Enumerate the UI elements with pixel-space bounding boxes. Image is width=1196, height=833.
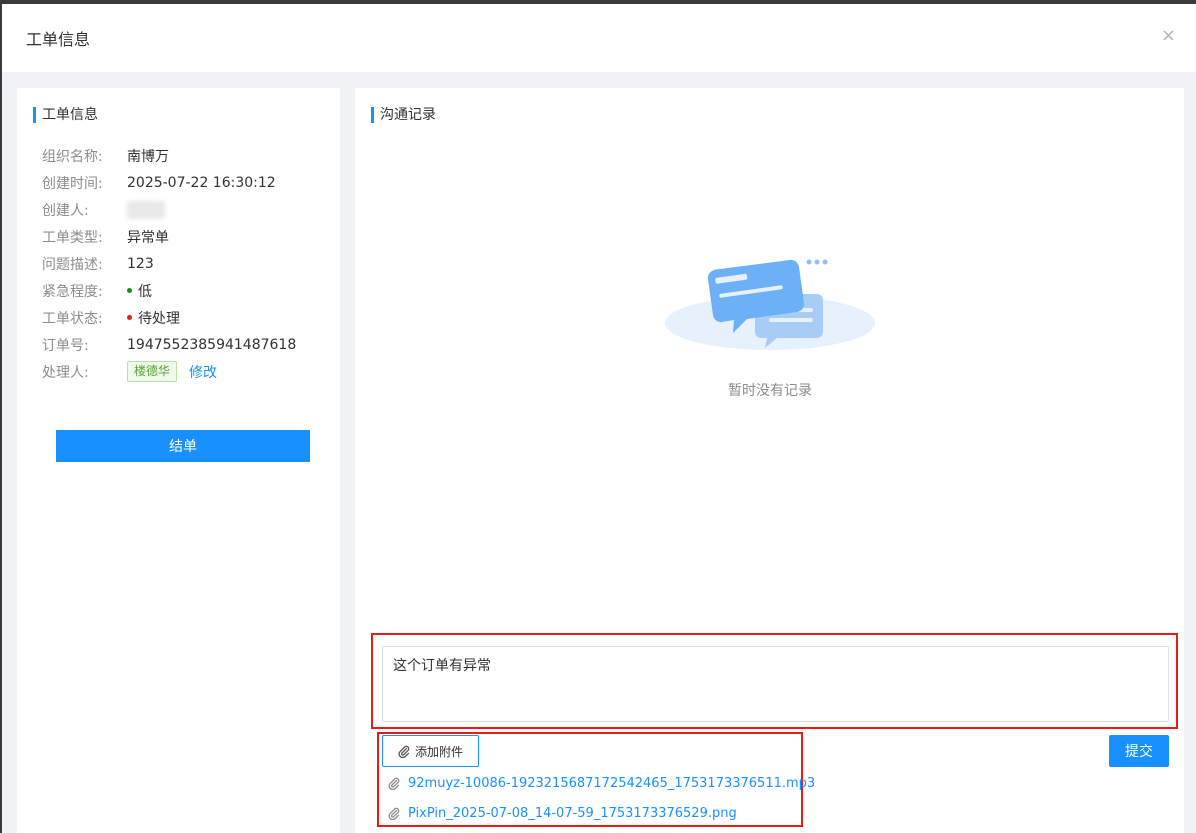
attachment-item[interactable]: PixPin_2025-07-08_14-07-59_1753173376529… xyxy=(388,806,737,821)
attachment-name[interactable]: 92muyz-10086-1923215687172542465_1753173… xyxy=(408,776,815,791)
field-label: 创建人: xyxy=(42,202,89,219)
dialog-body: 工单信息 组织名称: 南博万 创建时间: 2025-07-22 16:30:12… xyxy=(2,72,1196,833)
field-label: 处理人: xyxy=(42,364,89,381)
message-input[interactable]: 这个订单有异常 xyxy=(382,646,1169,722)
paperclip-icon xyxy=(388,777,400,790)
empty-text: 暂时没有记录 xyxy=(728,383,812,399)
field-desc: 问题描述: 123 xyxy=(42,250,296,277)
field-value: 异常单 xyxy=(127,229,169,246)
field-value: 123 xyxy=(127,255,154,272)
edit-handler-link[interactable]: 修改 xyxy=(189,362,217,382)
work-order-dialog: 工单信息 × 工单信息 组织名称: 南博万 创建时间: 2025-07-22 1… xyxy=(2,4,1196,833)
paperclip-icon xyxy=(388,807,400,820)
add-attachment-button[interactable]: 添加附件 xyxy=(382,735,479,767)
field-label: 订单号: xyxy=(42,337,89,354)
chat-bubbles-icon xyxy=(665,259,875,350)
field-value: 楼德华 修改 xyxy=(127,361,217,382)
order-info-title: 工单信息 xyxy=(33,107,98,123)
close-icon[interactable]: × xyxy=(1161,26,1176,46)
status-value: 待处理 xyxy=(138,310,180,327)
field-label: 工单类型: xyxy=(42,229,103,246)
order-info-list: 组织名称: 南博万 创建时间: 2025-07-22 16:30:12 创建人:… xyxy=(42,142,296,385)
close-order-button[interactable]: 结单 xyxy=(56,430,310,462)
communication-panel: 沟通记录 暂时没有记录 这个订单有异常 添加附件 提交 92muyz-10086… xyxy=(355,88,1184,833)
field-value: 低 xyxy=(127,281,152,301)
field-value xyxy=(127,200,165,219)
field-status: 工单状态: 待处理 xyxy=(42,304,296,331)
communication-title: 沟通记录 xyxy=(371,107,436,123)
field-label: 创建时间: xyxy=(42,175,103,192)
order-info-panel: 工单信息 组织名称: 南博万 创建时间: 2025-07-22 16:30:12… xyxy=(17,88,340,833)
field-value: 1947552385941487618 xyxy=(127,336,297,353)
field-value: 2025-07-22 16:30:12 xyxy=(127,174,276,191)
field-urgency: 紧急程度: 低 xyxy=(42,277,296,304)
field-creator: 创建人: xyxy=(42,196,296,223)
redacted-creator xyxy=(127,200,165,219)
attachment-name[interactable]: PixPin_2025-07-08_14-07-59_1753173376529… xyxy=(408,806,737,821)
field-label: 组织名称: xyxy=(42,148,103,165)
urgency-value: 低 xyxy=(138,283,152,300)
attachment-item[interactable]: 92muyz-10086-1923215687172542465_1753173… xyxy=(388,776,815,791)
dialog-header: 工单信息 × xyxy=(2,4,1196,72)
field-type: 工单类型: 异常单 xyxy=(42,223,296,250)
field-org: 组织名称: 南博万 xyxy=(42,142,296,169)
field-handler: 处理人: 楼德华 修改 xyxy=(42,358,296,385)
field-value: 南博万 xyxy=(127,148,169,165)
paperclip-icon xyxy=(398,745,410,758)
submit-button[interactable]: 提交 xyxy=(1109,735,1169,767)
field-label: 紧急程度: xyxy=(42,283,103,300)
urgency-dot-icon xyxy=(127,288,132,293)
field-created: 创建时间: 2025-07-22 16:30:12 xyxy=(42,169,296,196)
status-dot-icon xyxy=(127,315,132,320)
field-label: 问题描述: xyxy=(42,256,103,273)
dialog-title: 工单信息 xyxy=(26,30,91,49)
field-value: 待处理 xyxy=(127,308,180,328)
empty-state: 暂时没有记录 xyxy=(665,248,875,399)
field-order: 订单号: 1947552385941487618 xyxy=(42,331,296,358)
field-label: 工单状态: xyxy=(42,310,103,327)
add-attachment-label: 添加附件 xyxy=(414,744,463,759)
handler-tag: 楼德华 xyxy=(127,361,178,382)
